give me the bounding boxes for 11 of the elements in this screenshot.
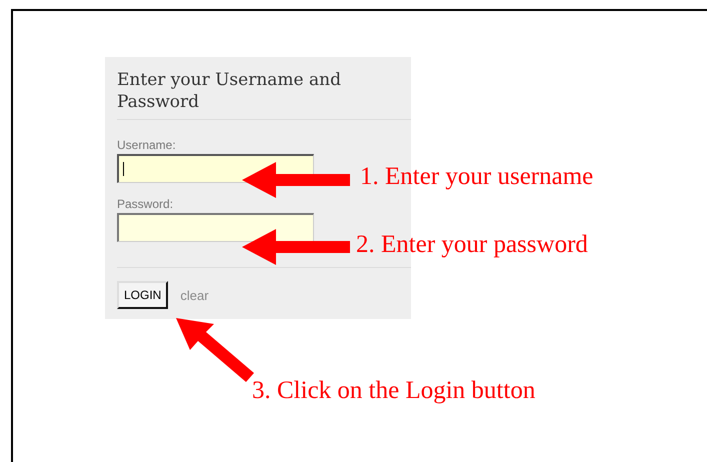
arrow-icon bbox=[176, 318, 254, 382]
annotation-text: 3. Click on the Login button bbox=[252, 377, 536, 405]
field-label: Username: bbox=[117, 138, 177, 152]
login-button[interactable]: LOGIN bbox=[117, 281, 168, 309]
annotation-text: 1. Enter your username bbox=[360, 163, 594, 191]
annotation-text: 2. Enter your password bbox=[356, 231, 588, 259]
arrow-icon bbox=[242, 162, 350, 198]
panel-title: Enter your Username and Password bbox=[117, 69, 342, 113]
arrow-icon bbox=[242, 229, 350, 265]
field-label: Password: bbox=[117, 197, 174, 211]
password-field[interactable] bbox=[117, 213, 314, 242]
